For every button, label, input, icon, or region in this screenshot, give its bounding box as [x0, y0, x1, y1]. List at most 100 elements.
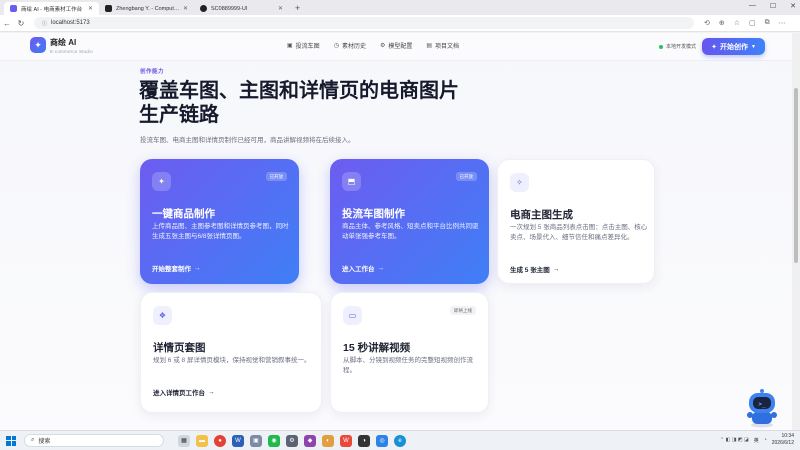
app-icon[interactable]: ▣ [250, 434, 262, 447]
magic-icon: ✧ [510, 173, 529, 192]
card-description: 规划 6 或 8 屏详情页模块，保持视觉和营销叙事统一。 [153, 357, 311, 364]
card-main-image[interactable]: ✧ 电商主图生成 一次规划 5 张商品列表点击图：点击主图、核心卖点、场景代入、… [497, 159, 655, 284]
favicon-icon [10, 5, 17, 12]
nav-item-docs[interactable]: ▤ 项目文档 [426, 41, 459, 50]
card-link[interactable]: 开始整套制作 → [152, 263, 201, 274]
card-link-label: 生成 5 张主图 [510, 267, 550, 274]
nav-item-history[interactable]: ◷ 素材历史 [334, 41, 366, 50]
brand-subtitle: E-commerce Studio [50, 49, 93, 54]
card-link-label: 开始整套制作 [152, 266, 191, 273]
page-title: 覆盖车图、主图和详情页的电商图片生产链路 [139, 80, 459, 126]
favorite-icon[interactable]: ☆ [734, 19, 740, 27]
close-tab-icon[interactable]: ✕ [278, 5, 283, 12]
app-icon[interactable]: W [340, 434, 352, 447]
wechat-icon[interactable]: ◉ [268, 434, 280, 447]
card-description: 商品主体、参考风格、短卖点和平台比例共同驱动单张强参考车图。 [342, 223, 479, 240]
video-icon: ▭ [343, 306, 362, 325]
browser-tab[interactable]: Zhengbang Y. - Computer Science ✕ [99, 2, 194, 15]
page-scrollbar[interactable] [792, 33, 800, 430]
settings-icon[interactable]: ⚙ [286, 434, 298, 447]
start-create-button[interactable]: ✦ 开始创作 ▼ [702, 38, 765, 55]
card-video[interactable]: ▭ 即将上线 15 秒讲解视频 从脚本、分镜到视频任务的完整短视频创作流程。 [330, 292, 489, 413]
wifi-icon[interactable]: ◔ [764, 437, 767, 443]
svg-text:>_: >_ [758, 401, 766, 408]
image-icon: ▣ [287, 43, 293, 49]
app-icon[interactable]: ◆ [304, 434, 316, 447]
chevron-down-icon: ▼ [750, 43, 756, 50]
app-header: ✦ 商绘 AI E-commerce Studio ▣ 投流车图 ◷ 素材历史 … [0, 33, 792, 61]
translate-icon[interactable]: ⟲ [704, 19, 710, 27]
nav-label: 素材历史 [341, 44, 366, 50]
tab-title: SC0889999-UI [211, 5, 248, 12]
collections-icon[interactable]: ▢ [749, 19, 756, 27]
status-dot-icon [659, 44, 663, 49]
browser-tab[interactable]: SC0889999-UI ✕ [194, 2, 289, 15]
close-window-button[interactable]: ✕ [790, 2, 796, 10]
app-icon[interactable]: ◐ [322, 434, 334, 447]
browser-tab-bar: 商绘 AI - 电商素材工作台 ✕ Zhengbang Y. - Compute… [0, 0, 800, 15]
edge-icon[interactable]: e [394, 434, 406, 447]
close-tab-icon[interactable]: ✕ [88, 5, 93, 12]
model-icon: ⚙ [379, 43, 386, 49]
nav-item-ad-image[interactable]: ▣ 投流车图 [287, 41, 320, 50]
logo-icon[interactable]: ✦ [30, 37, 46, 53]
card-description: 一次规划 5 张商品列表点击图：点击主图、核心卖点、场景代入、细节信任和痛点差异… [510, 224, 648, 241]
maximize-button[interactable]: ☐ [770, 2, 776, 10]
arrow-right-icon: → [208, 388, 215, 396]
close-tab-icon[interactable]: ✕ [183, 5, 188, 12]
browser-tab-active[interactable]: 商绘 AI - 电商素材工作台 ✕ [4, 2, 99, 15]
tray-icons[interactable]: ⌃ ◧ ◨ ◩ ◪ [720, 437, 749, 443]
new-tab-button[interactable]: + [295, 2, 300, 15]
system-tray: ⌃ ◧ ◨ ◩ ◪ 英 ◔ 10:34 2026/6/12 [720, 433, 794, 447]
scrollbar-thumb[interactable] [794, 88, 798, 263]
task-view-icon[interactable]: ▦ [178, 434, 190, 447]
taskbar-apps: ▦ ▬ ● W ▣ ◉ ⚙ ◆ ◐ W ◑ ◎ e [178, 434, 406, 447]
zoom-icon[interactable]: ⊕ [719, 19, 725, 27]
browser-toolbar-icons: ⟲ ⊕ ☆ ▢ ⧉ ⋯ [704, 19, 786, 27]
card-one-click[interactable]: ✦ 已开放 一键商品制作 上传商品图、主图参考图和详情页参考图，同时生成五张主图… [140, 159, 299, 284]
nav-item-model-config[interactable]: ⚙ 模型配置 [380, 41, 412, 50]
file-explorer-icon[interactable]: ▬ [196, 434, 208, 447]
status-badge: 已开放 [455, 172, 477, 181]
extensions-icon[interactable]: ⧉ [765, 19, 770, 27]
more-icon[interactable]: ⋯ [779, 19, 786, 27]
mode-indicator: 本地开发模式 [659, 43, 696, 50]
nav-label: 项目文档 [435, 44, 460, 50]
back-icon[interactable]: ← [0, 19, 14, 28]
image-edit-icon: ⬒ [342, 172, 361, 191]
page-description: 投流车图、电商主图和详情页制作已经可用，商品讲解视频将在后续接入。 [140, 137, 355, 144]
favicon-icon [105, 5, 112, 12]
brand[interactable]: 商绘 AI E-commerce Studio [50, 37, 93, 54]
minimize-button[interactable]: — [749, 2, 756, 10]
chrome-icon[interactable]: ● [214, 434, 226, 447]
refresh-icon[interactable]: ↻ [14, 19, 28, 28]
info-icon[interactable]: ⓘ [42, 20, 47, 27]
card-title: 电商主图生成 [510, 209, 573, 221]
app-icon[interactable]: ◑ [358, 434, 370, 447]
windows-start-icon[interactable] [6, 435, 16, 446]
os-taskbar: ⌕ 搜索 ▦ ▬ ● W ▣ ◉ ⚙ ◆ ◐ W ◑ ◎ e ⌃ ◧ ◨ ◩ ◪… [0, 430, 800, 450]
arrow-right-icon: → [552, 265, 560, 273]
card-link-label: 进入详情页工作台 [153, 390, 205, 397]
url-field[interactable]: ⓘ localhost:5173 [34, 17, 694, 29]
language-indicator[interactable]: 英 [754, 437, 759, 444]
taskbar-search[interactable]: ⌕ 搜索 [24, 434, 164, 447]
card-link[interactable]: 进入详情页工作台 → [153, 387, 215, 398]
card-description: 从脚本、分镜到视频任务的完整短视频创作流程。 [343, 357, 473, 374]
search-placeholder: 搜索 [38, 439, 51, 445]
card-link[interactable]: 进入工作台 → [342, 263, 384, 274]
sparkle-icon: ✦ [711, 43, 717, 51]
card-detail-page[interactable]: ❖ 详情页套图 规划 6 或 8 屏详情页模块，保持视觉和营销叙事统一。 进入详… [140, 292, 322, 413]
card-link[interactable]: 生成 5 张主图 → [510, 264, 560, 275]
robot-assistant-icon[interactable]: >_ [745, 388, 779, 428]
window-controls: — ☐ ✕ [749, 2, 796, 10]
doc-icon: ▤ [426, 43, 433, 49]
status-badge: 已开放 [265, 172, 287, 181]
clock[interactable]: 10:34 2026/6/12 [772, 433, 794, 447]
app-icon[interactable]: ◎ [376, 434, 388, 447]
card-title: 一键商品制作 [152, 208, 215, 220]
search-icon: ⌕ [31, 437, 35, 443]
card-ad-image[interactable]: ⬒ 已开放 投流车图制作 商品主体、参考风格、短卖点和平台比例共同驱动单张强参考… [330, 159, 489, 284]
word-icon[interactable]: W [232, 434, 244, 447]
time: 10:34 [781, 433, 794, 439]
